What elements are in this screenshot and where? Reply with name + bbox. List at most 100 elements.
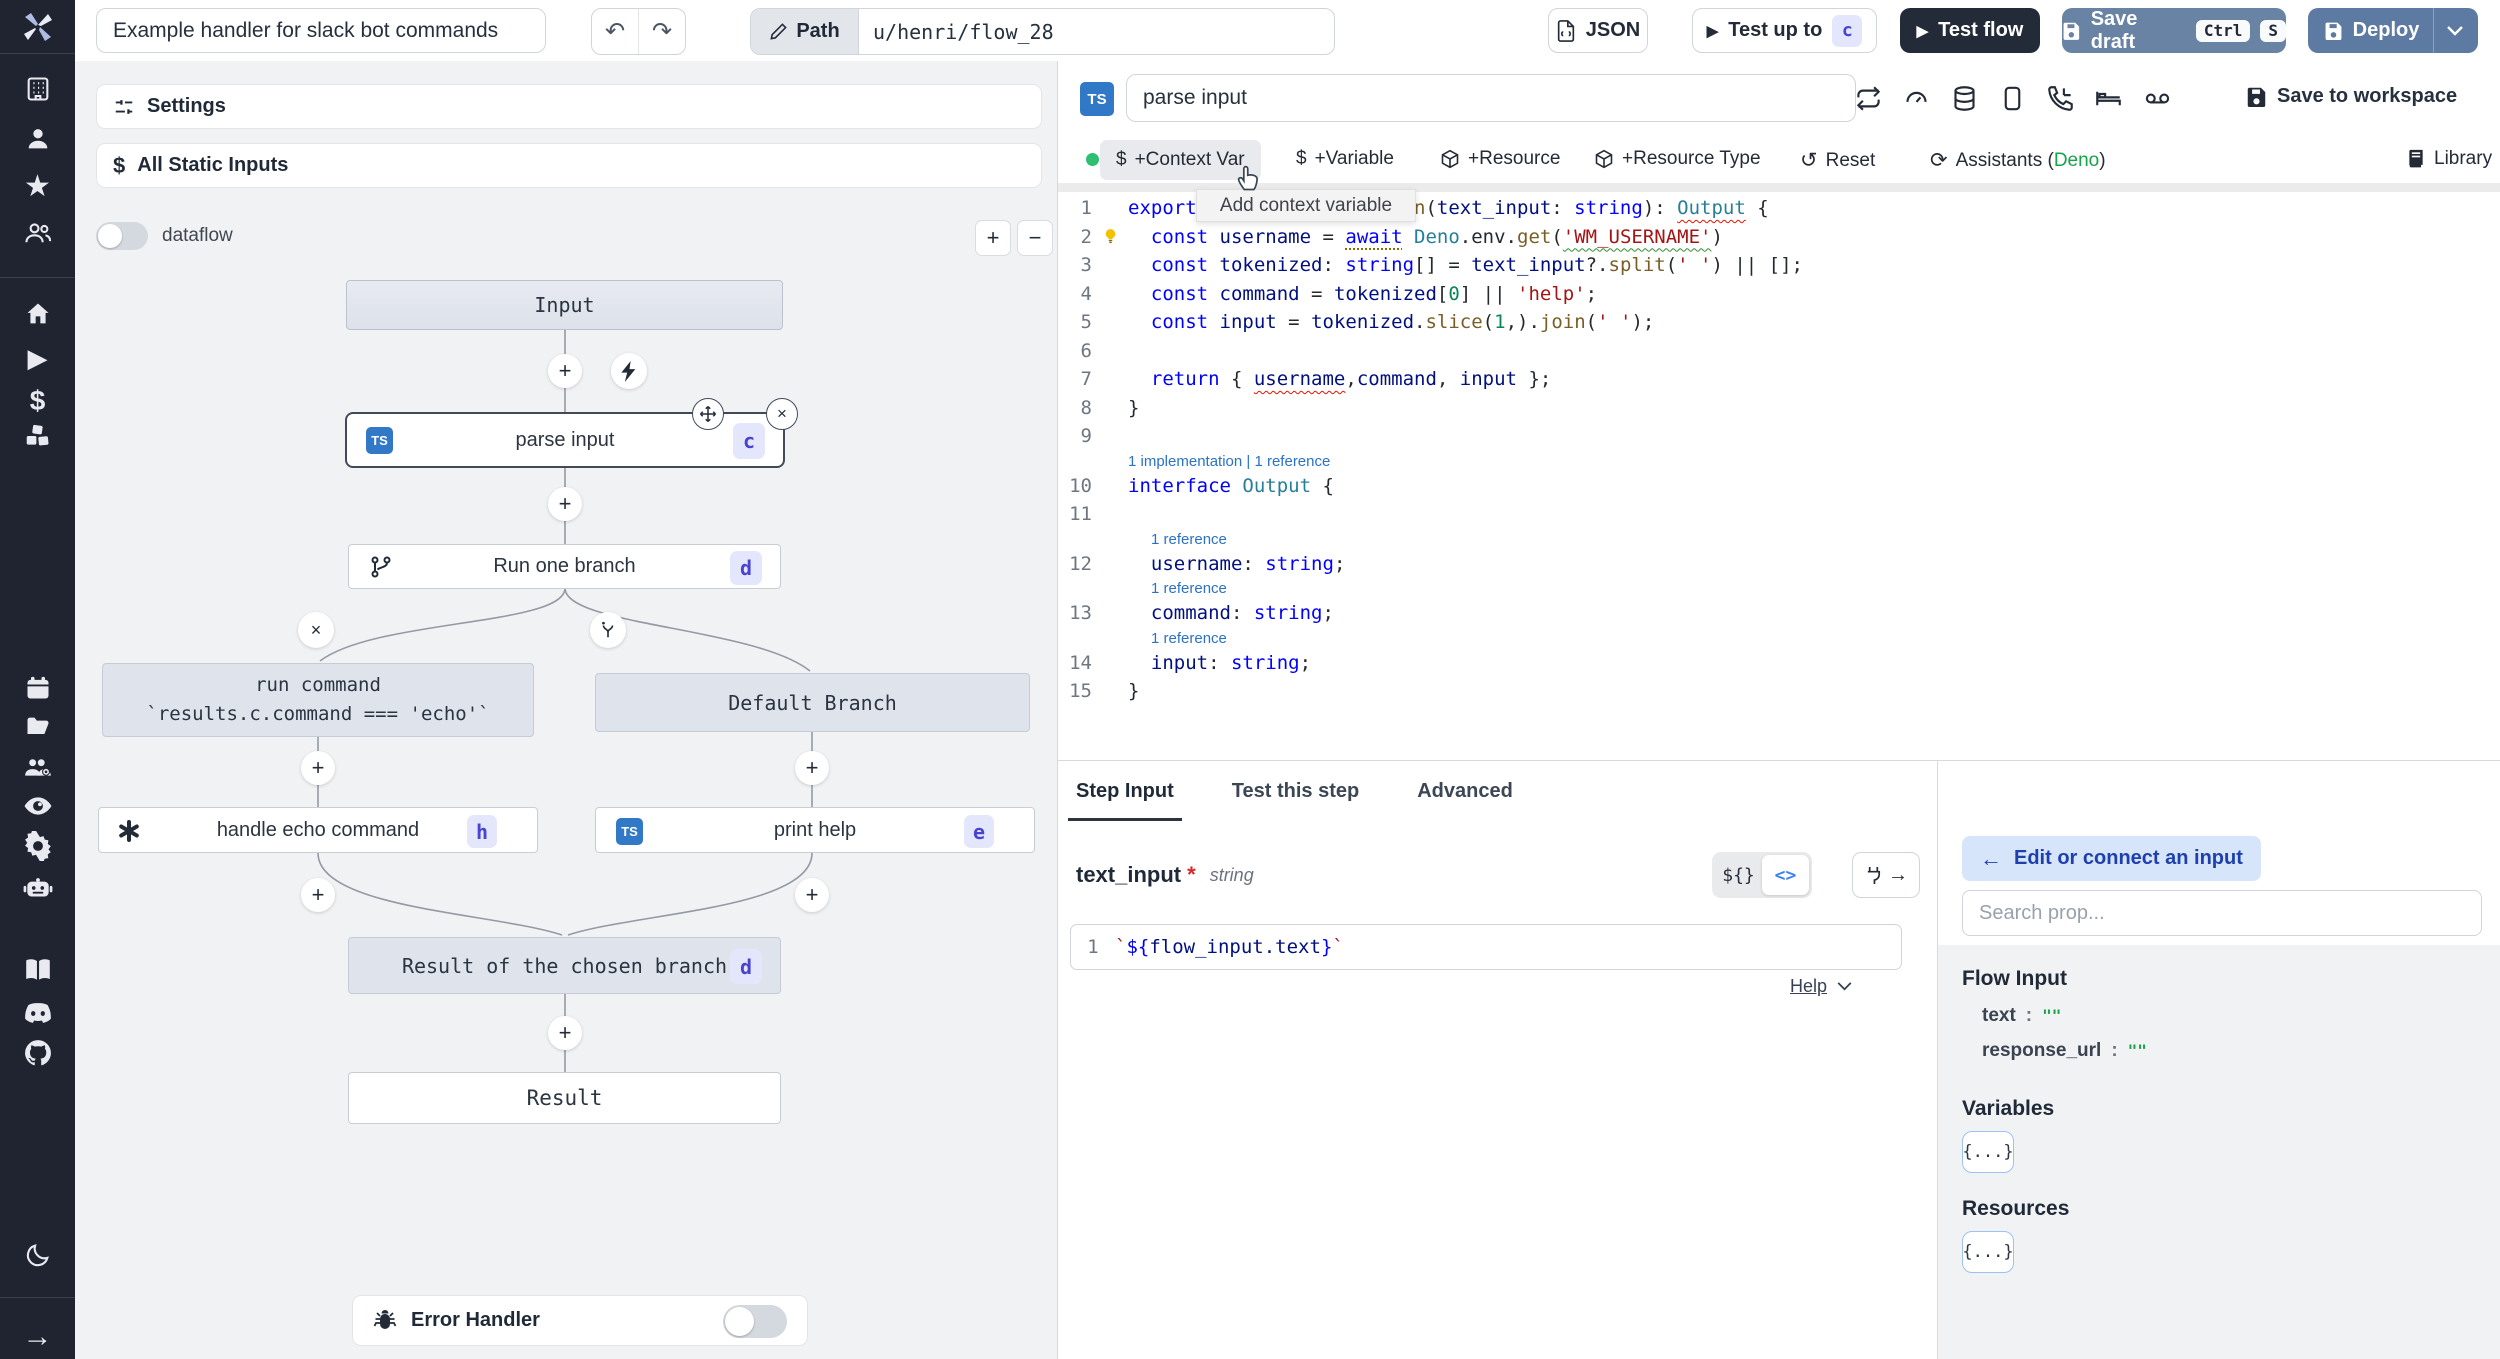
code-line[interactable]: 11	[1058, 500, 2500, 529]
sidebar-expand-arrow-icon[interactable]: →	[0, 1317, 75, 1357]
trigger-bolt-button[interactable]	[611, 353, 647, 389]
tab-advanced[interactable]: Advanced	[1417, 761, 1513, 821]
quick-fix-lightbulb[interactable]	[1092, 223, 1128, 252]
help-link[interactable]: Help	[1790, 976, 1852, 997]
codelens-link[interactable]: 1 reference	[1058, 578, 2500, 599]
deploy-dropdown-button[interactable]	[2434, 8, 2476, 53]
sidebar-item-variables-dollar-icon[interactable]: $	[0, 381, 75, 421]
template-mode-button[interactable]: ${}	[1715, 865, 1762, 886]
mock-window-icon[interactable]	[1999, 85, 2026, 112]
codelens-link[interactable]: 1 reference	[1058, 628, 2500, 649]
add-resource-button[interactable]: +Resource	[1440, 148, 1560, 170]
sidebar-item-resources-cubes-icon[interactable]	[0, 416, 75, 456]
flow-node-branch-result[interactable]: Result of the chosen branch d	[348, 937, 781, 994]
move-step-button[interactable]	[692, 398, 724, 430]
add-variable-button[interactable]: $ +Variable	[1296, 148, 1394, 170]
tab-step-input[interactable]: Step Input	[1068, 761, 1182, 821]
add-branch-button[interactable]	[590, 612, 626, 648]
test-up-to-button[interactable]: ▶ Test up to c	[1692, 8, 1877, 53]
save-draft-button[interactable]: Save draft Ctrl S	[2062, 8, 2286, 53]
code-line[interactable]: 14 input: string;	[1058, 649, 2500, 678]
lightbulb-icon[interactable]	[1102, 228, 1119, 245]
sidebar-item-workers-groups-icon[interactable]	[0, 747, 75, 787]
resources-expand-chip[interactable]: {...}	[1962, 1231, 2014, 1273]
json-button[interactable]: JSON	[1548, 8, 1648, 53]
sidebar-item-discord-icon[interactable]	[0, 993, 75, 1033]
search-prop-input[interactable]: Search prop...	[1962, 890, 2482, 936]
flow-title-input[interactable]: Example handler for slack bot commands	[96, 8, 546, 53]
codelens-link[interactable]: 1 implementation | 1 reference	[1058, 451, 2500, 472]
flow-node-result[interactable]: Result	[348, 1072, 781, 1124]
path-edit-button[interactable]: Path	[751, 9, 859, 54]
sidebar-item-runs-play-icon[interactable]: ▶	[0, 338, 75, 378]
flow-node-input[interactable]: Input	[346, 280, 783, 330]
add-resource-type-button[interactable]: +Resource Type	[1594, 148, 1761, 170]
codelens-link[interactable]: 1 reference	[1058, 529, 2500, 550]
flow-node-branch-predicate[interactable]: run command `results.c.command === 'echo…	[102, 663, 534, 737]
add-step-button[interactable]: +	[795, 751, 829, 785]
sidebar-item-settings-gear-icon[interactable]	[0, 826, 75, 866]
edit-or-connect-button[interactable]: ← Edit or connect an input	[1962, 836, 2261, 881]
sidebar-item-workspace-building-icon[interactable]	[0, 69, 75, 109]
suspend-bed-icon[interactable]	[2095, 85, 2122, 112]
early-stop-gauge-icon[interactable]	[1903, 85, 1930, 112]
remove-branch-button[interactable]: ×	[298, 612, 334, 648]
delete-step-button[interactable]: ×	[766, 398, 798, 430]
cache-database-icon[interactable]	[1951, 85, 1978, 112]
deploy-button[interactable]: Deploy	[2310, 8, 2434, 53]
sidebar-item-github-icon[interactable]	[0, 1033, 75, 1073]
add-step-button[interactable]: +	[548, 487, 582, 521]
error-handler-toggle[interactable]	[723, 1305, 787, 1338]
sidebar-item-groups-icon[interactable]	[0, 213, 75, 253]
test-flow-button[interactable]: ▶ Test flow	[1900, 8, 2040, 53]
sidebar-item-audit-eye-icon[interactable]	[0, 786, 75, 826]
path-input[interactable]: u/henri/flow_28	[859, 20, 1054, 44]
connectable-prop-row[interactable]: text: ""	[1982, 1005, 2500, 1040]
flow-node-print-help[interactable]: TS print help e	[595, 807, 1035, 853]
code-line[interactable]: 6	[1058, 337, 2500, 366]
flow-node-default-branch[interactable]: Default Branch	[595, 673, 1030, 732]
redo-button[interactable]: ↷	[639, 9, 685, 54]
flow-node-run-one-branch[interactable]: Run one branch d	[348, 544, 781, 589]
code-mode-button[interactable]: <>	[1762, 855, 1809, 895]
sidebar-item-folders-icon[interactable]	[0, 707, 75, 747]
code-line[interactable]: 9	[1058, 422, 2500, 451]
sidebar-item-docs-book-icon[interactable]	[0, 950, 75, 990]
code-line[interactable]: 12 username: string;	[1058, 550, 2500, 579]
assistants-button[interactable]: ⟳ Assistants (Deno)	[1930, 148, 2106, 173]
connectable-prop-row[interactable]: response_url: ""	[1982, 1040, 2500, 1075]
add-step-button[interactable]: +	[301, 751, 335, 785]
sidebar-item-home-icon[interactable]	[0, 294, 75, 334]
undo-button[interactable]: ↶	[592, 9, 639, 54]
variables-expand-chip[interactable]: {...}	[1962, 1131, 2014, 1173]
sidebar-item-dark-mode-moon-icon[interactable]	[0, 1235, 75, 1275]
tab-test-this-step[interactable]: Test this step	[1232, 761, 1359, 821]
flow-node-handle-echo-command[interactable]: handle echo command h	[98, 807, 538, 853]
sidebar-item-ai-robot-icon[interactable]	[0, 868, 75, 908]
code-line[interactable]: 5 const input = tokenized. slice(1,). join…	[1058, 308, 2500, 337]
code-editor[interactable]: 1export async function main(text_input: …	[1058, 194, 2500, 706]
sleep-voicemail-icon[interactable]	[2143, 85, 2172, 112]
library-button[interactable]: Library	[2406, 148, 2492, 170]
step-name-input[interactable]: parse input	[1126, 74, 1856, 122]
code-line[interactable]: 3 const tokenized: string[] = text_input…	[1058, 251, 2500, 280]
code-line[interactable]: 8}	[1058, 394, 2500, 423]
reset-button[interactable]: ↺ Reset	[1800, 148, 1875, 173]
code-line[interactable]: 13 command: string;	[1058, 599, 2500, 628]
code-line[interactable]: 7 return { username, command, input };	[1058, 365, 2500, 394]
add-step-button[interactable]: +	[301, 878, 335, 912]
add-step-button[interactable]: +	[548, 354, 582, 388]
code-line[interactable]: 10 interface Output {	[1058, 472, 2500, 501]
expression-editor[interactable]: 1 `${flow_input.text}`	[1070, 924, 1902, 970]
add-step-button[interactable]: +	[795, 878, 829, 912]
phone-incoming-icon[interactable]	[2047, 85, 2074, 112]
retries-repeat-icon[interactable]	[1855, 85, 1882, 112]
code-line[interactable]: 2 const username = await Deno .env. get('W…	[1058, 223, 2500, 252]
save-to-workspace-button[interactable]: Save to workspace	[2246, 85, 2457, 108]
sidebar-item-user-icon[interactable]	[0, 119, 75, 159]
sidebar-item-schedules-calendar-icon[interactable]	[0, 668, 75, 708]
connect-input-button[interactable]: →	[1852, 852, 1920, 898]
code-line[interactable]: 4 const command = tokenized[0] || 'help'…	[1058, 280, 2500, 309]
add-step-button[interactable]: +	[548, 1016, 582, 1050]
windmill-logo-icon[interactable]	[0, 7, 75, 47]
